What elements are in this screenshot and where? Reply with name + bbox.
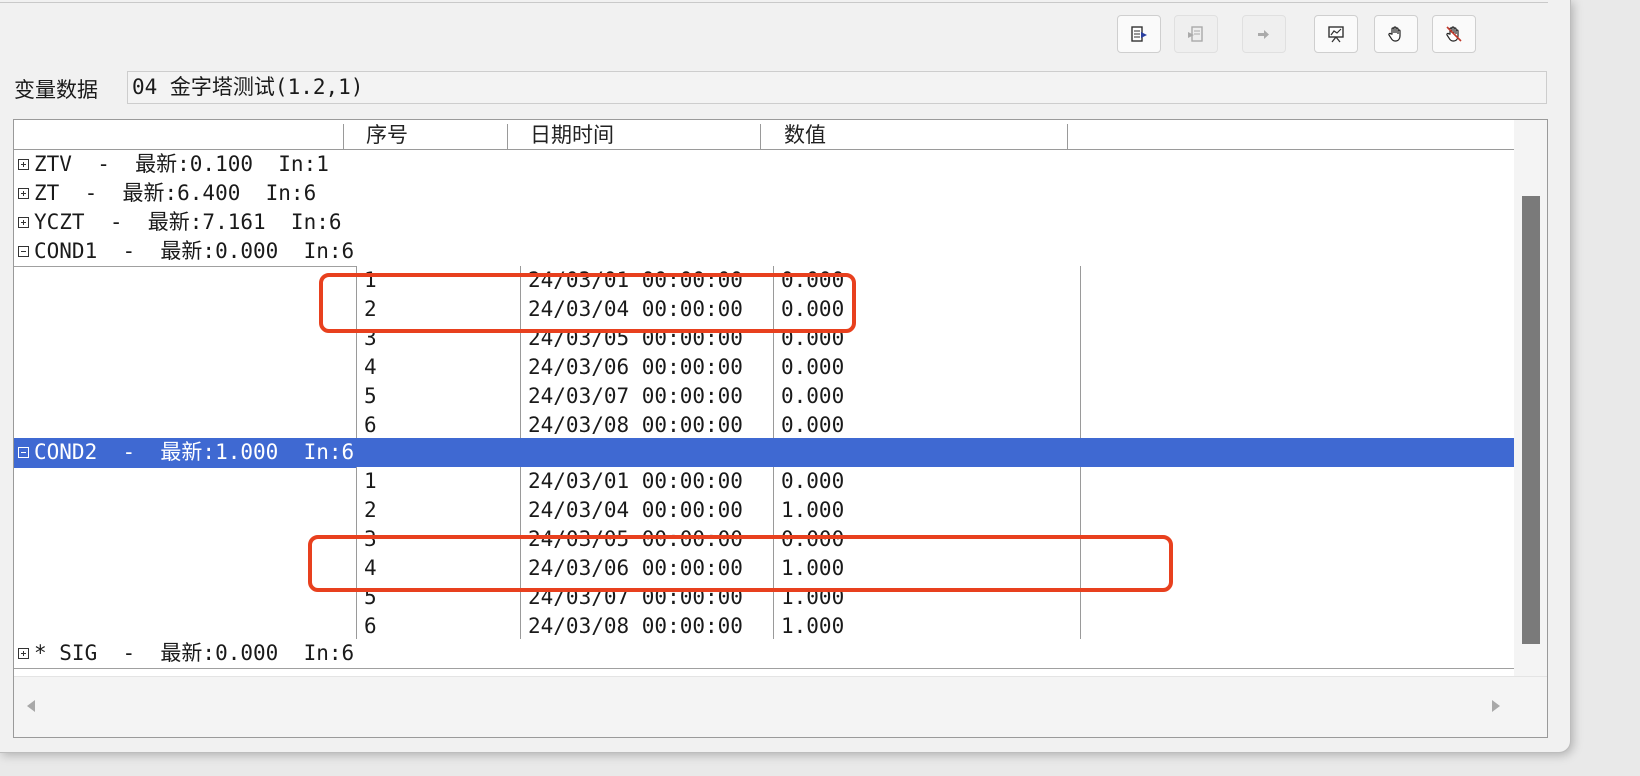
datetime-cell: 24/03/07 00:00:00 [520,382,773,412]
scroll-right-icon[interactable] [1492,700,1500,712]
seq-cell: 6 [356,612,520,642]
table-row[interactable]: 6 24/03/08 00:00:00 1.000 [14,612,1514,642]
group-label: * SIG - 最新:0.000 In:6 [34,641,355,665]
empty-cell [1080,612,1514,642]
vertical-scrollbar[interactable] [1514,120,1547,706]
value-cell: 0.000 [773,382,1080,412]
annotation-box-cond2-row4 [308,535,1173,592]
empty-cell [1080,496,1514,526]
value-cell: 0.000 [773,353,1080,383]
empty-cell [1080,467,1514,497]
variable-label: 变量数据 [14,78,98,102]
table-row[interactable]: 4 24/03/06 00:00:00 0.000 [14,353,1514,383]
variable-field[interactable]: 04 金字塔测试(1.2,1) [127,71,1547,104]
expand-icon[interactable] [18,159,29,170]
table-row[interactable]: 1 24/03/01 00:00:00 0.000 [14,467,1514,497]
datetime-cell: 24/03/01 00:00:00 [520,467,773,497]
group-row-zt[interactable]: ZT - 最新:6.400 In:6 [14,179,1514,209]
empty-cell [1080,295,1514,325]
grid-header: 序号 日期时间 数值 [14,120,1514,150]
export-icon [1131,26,1147,42]
expand-icon[interactable] [18,188,29,199]
hand-cancel-icon [1446,26,1462,42]
arrow-right-icon [1258,30,1269,39]
group-label: COND1 - 最新:0.000 In:6 [34,239,355,263]
value-cell: 1.000 [773,496,1080,526]
value-cell: 0.000 [773,411,1080,441]
import-button[interactable] [1174,15,1218,53]
data-grid[interactable]: 序号 日期时间 数值 ZTV - 最新:0.100 In:1 ZT - 最新:6… [13,119,1548,738]
datetime-cell: 24/03/08 00:00:00 [520,612,773,642]
group-label: ZT - 最新:6.400 In:6 [34,181,317,205]
top-divider [0,2,1548,3]
seq-cell: 2 [356,496,520,526]
empty-cell [1080,324,1514,354]
horizontal-scrollbar[interactable] [14,676,1547,737]
seq-cell: 4 [356,353,520,383]
group-row-yczt[interactable]: YCZT - 最新:7.161 In:6 [14,208,1514,238]
empty-cell [1080,353,1514,383]
group-label: YCZT - 最新:7.161 In:6 [34,210,342,234]
column-header-datetime[interactable]: 日期时间 [530,120,614,150]
expand-icon[interactable] [18,217,29,228]
scroll-left-icon[interactable] [27,700,35,712]
group-row-cond2[interactable]: COND2 - 最新:1.000 In:6 [14,438,1514,468]
seq-cell: 5 [356,382,520,412]
table-row[interactable]: 6 24/03/08 00:00:00 0.000 [14,411,1514,441]
app-window: 变量数据 04 金字塔测试(1.2,1) 序号 日期时间 数值 ZTV - 最新… [0,0,1571,753]
empty-cell [1080,266,1514,296]
chart-button[interactable] [1314,15,1358,53]
table-row[interactable]: 5 24/03/07 00:00:00 0.000 [14,382,1514,412]
datetime-cell: 24/03/04 00:00:00 [520,496,773,526]
expand-icon[interactable] [18,648,29,659]
collapse-icon[interactable] [18,447,29,458]
export-button[interactable] [1117,15,1161,53]
chart-icon [1328,26,1344,43]
group-row-ztv[interactable]: ZTV - 最新:0.100 In:1 [14,150,1514,180]
collapse-icon[interactable] [18,246,29,257]
next-button[interactable] [1242,15,1286,53]
column-header-seq[interactable]: 序号 [366,120,408,150]
column-header-value[interactable]: 数值 [784,120,826,150]
group-row-cond1[interactable]: COND1 - 最新:0.000 In:6 [14,237,1514,267]
empty-cell [1080,382,1514,412]
empty-cell [1080,411,1514,441]
hand-icon [1388,26,1401,42]
pan-cancel-button[interactable] [1432,15,1476,53]
group-label: COND2 - 最新:1.000 In:6 [34,440,355,464]
import-icon [1188,26,1203,42]
vertical-scroll-thumb[interactable] [1522,196,1540,644]
group-label: ZTV - 最新:0.100 In:1 [34,152,329,176]
value-cell: 1.000 [773,612,1080,642]
pan-button[interactable] [1374,15,1418,53]
table-row[interactable]: 2 24/03/04 00:00:00 1.000 [14,496,1514,526]
seq-cell: 6 [356,411,520,441]
datetime-cell: 24/03/08 00:00:00 [520,411,773,441]
group-row-sig[interactable]: * SIG - 最新:0.000 In:6 [14,639,1514,669]
seq-cell: 1 [356,467,520,497]
datetime-cell: 24/03/06 00:00:00 [520,353,773,383]
value-cell: 0.000 [773,467,1080,497]
annotation-box-cond1-row2 [319,273,856,333]
